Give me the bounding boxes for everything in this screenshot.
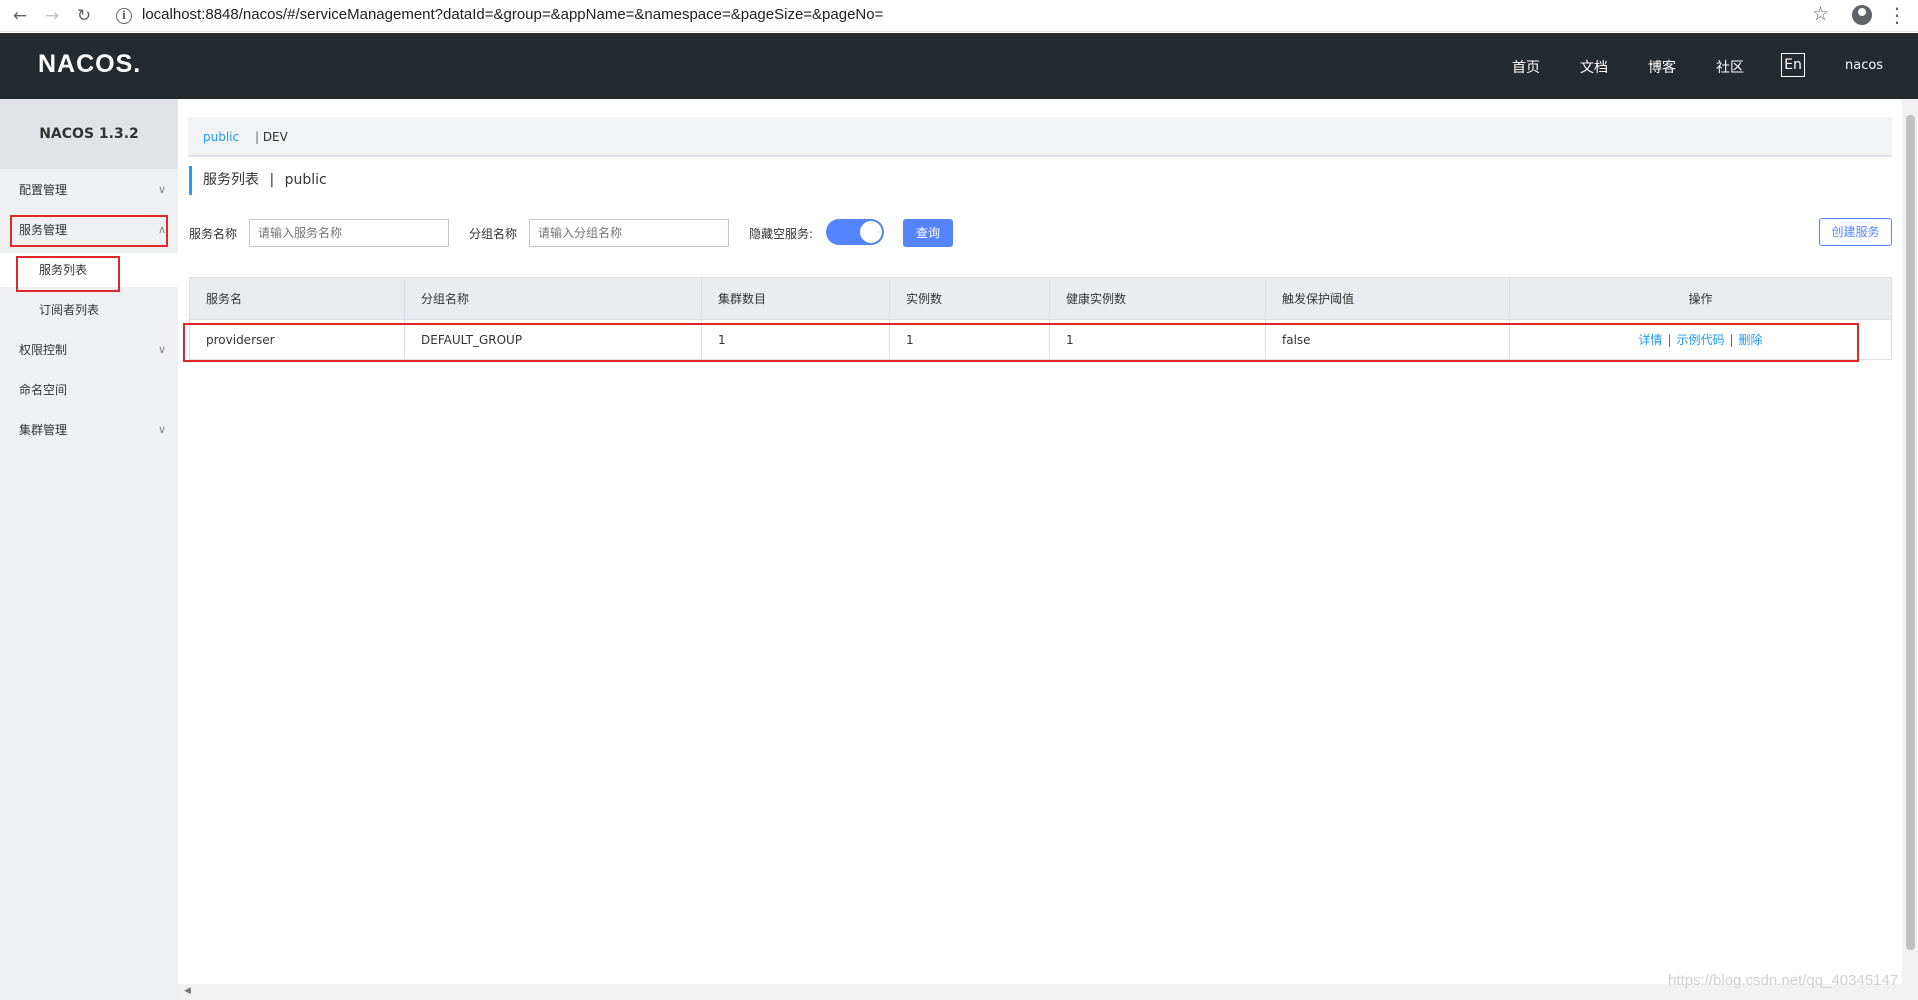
namespace-bar: public | DEV bbox=[188, 117, 1892, 157]
page-title-namespace: public bbox=[284, 172, 327, 188]
group-name-label: 分组名称 bbox=[469, 227, 518, 241]
sidebar-item-auth[interactable]: 权限控制 ∨ bbox=[0, 333, 178, 367]
col-threshold: 触发保护阈值 bbox=[1265, 277, 1510, 320]
address-bar[interactable]: i localhost:8848/nacos/#/serviceManageme… bbox=[106, 2, 1841, 30]
vertical-scrollbar[interactable] bbox=[1902, 99, 1918, 984]
service-name-label: 服务名称 bbox=[189, 227, 238, 241]
page-title: 服务列表 | public bbox=[189, 166, 327, 195]
cell-instance-count: 1 bbox=[889, 319, 1050, 360]
app-header: NACOS. 首页 文档 博客 社区 En nacos bbox=[0, 33, 1918, 99]
account-icon[interactable] bbox=[1852, 5, 1872, 25]
toggle-knob bbox=[860, 221, 882, 243]
query-button[interactable]: 查询 bbox=[903, 219, 953, 247]
sidebar-item-service-list[interactable]: 服务列表 bbox=[0, 253, 178, 287]
sidebar-item-subscribers[interactable]: 订阅者列表 bbox=[0, 293, 178, 327]
sidebar-item-service-mgmt[interactable]: 服务管理 ∧ bbox=[0, 213, 178, 247]
col-operations: 操作 bbox=[1509, 277, 1892, 320]
back-arrow-icon[interactable]: ← bbox=[8, 4, 32, 28]
chevron-down-icon: ∨ bbox=[157, 423, 166, 436]
scroll-left-arrow-icon[interactable]: ◀ bbox=[184, 986, 191, 996]
sidebar: NACOS 1.3.2 配置管理 ∨ 服务管理 ∧ 服务列表 订阅者列表 权限控… bbox=[0, 99, 178, 1000]
chevron-up-icon: ∧ bbox=[157, 223, 166, 236]
nav-community[interactable]: 社区 bbox=[1716, 57, 1744, 77]
chevron-down-icon: ∨ bbox=[157, 343, 166, 356]
url-text[interactable]: localhost:8848/nacos/#/serviceManagement… bbox=[142, 6, 883, 23]
sidebar-item-cluster[interactable]: 集群管理 ∨ bbox=[0, 413, 178, 447]
sidebar-item-label: 权限控制 bbox=[19, 343, 68, 357]
service-name-input[interactable] bbox=[249, 219, 449, 247]
service-table: 服务名 分组名称 集群数目 实例数 健康实例数 触发保护阈值 操作 provid… bbox=[189, 277, 1892, 360]
scrollbar-thumb[interactable] bbox=[1906, 115, 1915, 950]
nacos-logo[interactable]: NACOS. bbox=[38, 50, 141, 79]
hide-empty-toggle[interactable] bbox=[826, 219, 884, 245]
page-title-separator: | bbox=[269, 172, 275, 188]
sidebar-item-namespace[interactable]: 命名空间 bbox=[0, 373, 178, 407]
sidebar-item-config[interactable]: 配置管理 ∨ bbox=[0, 173, 178, 207]
col-instance-count: 实例数 bbox=[889, 277, 1050, 320]
sample-code-link[interactable]: 示例代码 bbox=[1676, 333, 1724, 347]
bookmark-star-icon[interactable]: ☆ bbox=[1812, 3, 1829, 25]
cell-group-name: DEFAULT_GROUP bbox=[404, 319, 702, 360]
table-header-row: 服务名 分组名称 集群数目 实例数 健康实例数 触发保护阈值 操作 bbox=[189, 277, 1892, 320]
namespace-public[interactable]: public bbox=[203, 130, 239, 144]
sidebar-item-label: 订阅者列表 bbox=[39, 303, 100, 317]
delete-link[interactable]: 删除 bbox=[1739, 333, 1763, 347]
namespace-dev[interactable]: DEV bbox=[263, 130, 288, 144]
sidebar-item-label: 服务管理 bbox=[19, 223, 68, 237]
browser-toolbar: ← → ↻ i localhost:8848/nacos/#/serviceMa… bbox=[0, 0, 1918, 32]
cell-service-name: providerser bbox=[189, 319, 405, 360]
sidebar-item-label: 集群管理 bbox=[19, 423, 68, 437]
info-icon[interactable]: i bbox=[116, 8, 132, 24]
language-switch-button[interactable]: En bbox=[1781, 53, 1805, 77]
col-cluster-count: 集群数目 bbox=[701, 277, 890, 320]
forward-arrow-icon[interactable]: → bbox=[40, 4, 64, 28]
cell-cluster-count: 1 bbox=[701, 319, 890, 360]
horizontal-scrollbar[interactable]: ◀ bbox=[178, 984, 1918, 1000]
hide-empty-label: 隐藏空服务: bbox=[749, 227, 814, 241]
col-group-name: 分组名称 bbox=[404, 277, 702, 320]
main-content: public | DEV 服务列表 | public 服务名称 分组名称 隐藏空… bbox=[178, 99, 1902, 984]
col-service-name: 服务名 bbox=[189, 277, 405, 320]
op-separator: | bbox=[1667, 333, 1672, 347]
cell-threshold: false bbox=[1265, 319, 1510, 360]
namespace-separator: | bbox=[254, 130, 259, 144]
detail-link[interactable]: 详情 bbox=[1638, 333, 1662, 347]
create-service-button[interactable]: 创建服务 bbox=[1819, 218, 1892, 246]
group-name-input[interactable] bbox=[529, 219, 729, 247]
sidebar-item-label: 配置管理 bbox=[19, 183, 68, 197]
page-title-text: 服务列表 bbox=[203, 172, 259, 188]
user-name[interactable]: nacos bbox=[1845, 58, 1883, 73]
nav-docs[interactable]: 文档 bbox=[1580, 57, 1608, 77]
reload-icon[interactable]: ↻ bbox=[72, 4, 96, 28]
cell-operations: 详情 | 示例代码 | 删除 bbox=[1509, 319, 1892, 360]
nav-home[interactable]: 首页 bbox=[1512, 57, 1540, 77]
browser-menu-icon[interactable]: ⋮ bbox=[1887, 3, 1907, 27]
chevron-down-icon: ∨ bbox=[157, 183, 166, 196]
table-row: providerser DEFAULT_GROUP 1 1 1 false 详情… bbox=[189, 319, 1892, 360]
col-healthy-count: 健康实例数 bbox=[1049, 277, 1266, 320]
nav-blog[interactable]: 博客 bbox=[1648, 57, 1676, 77]
version-label: NACOS 1.3.2 bbox=[0, 99, 178, 169]
op-separator: | bbox=[1729, 333, 1734, 347]
sidebar-item-label: 服务列表 bbox=[39, 263, 88, 277]
sidebar-item-label: 命名空间 bbox=[19, 383, 68, 397]
cell-healthy-count: 1 bbox=[1049, 319, 1266, 360]
watermark: https://blog.csdn.net/qq_40345147 bbox=[1668, 972, 1899, 989]
